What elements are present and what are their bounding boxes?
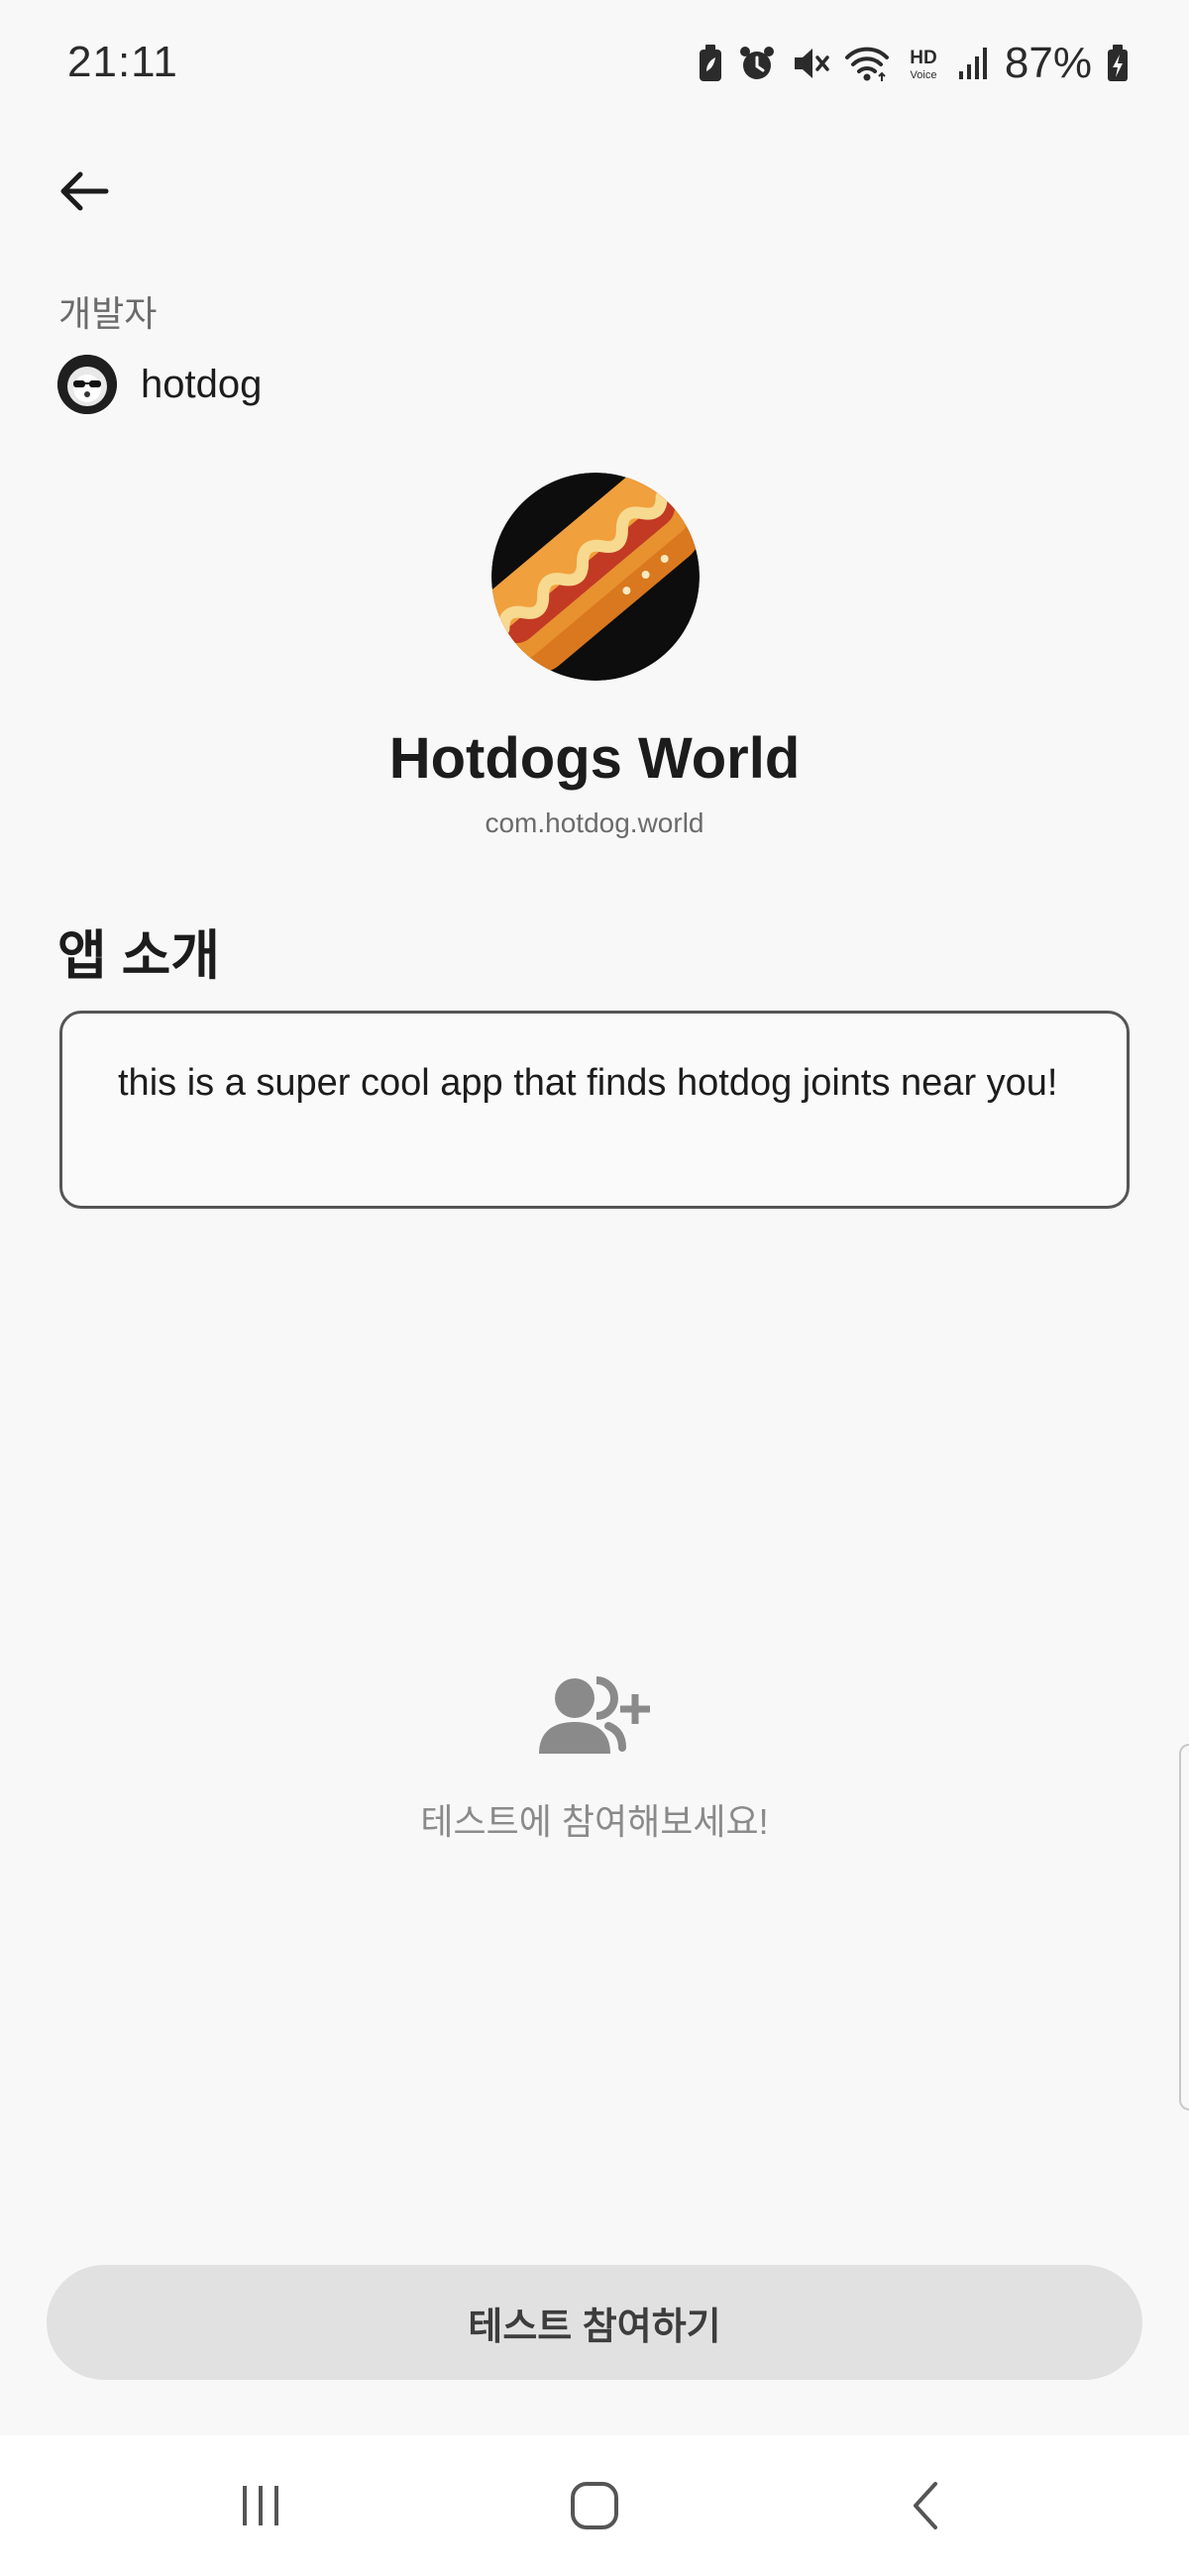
description-text: this is a super cool app that finds hotd…: [118, 1062, 1058, 1104]
status-time: 21:11: [67, 38, 178, 86]
system-back-button[interactable]: [858, 2435, 997, 2576]
battery-charging-icon: [1108, 45, 1128, 81]
description-box: this is a super cool app that finds hotd…: [59, 1011, 1130, 1209]
app-detail-screen: 21:11 HD Voice 87% 개발자 hotdog Hotdogs Wo…: [0, 0, 1189, 2576]
svg-text:Voice: Voice: [910, 69, 936, 81]
recent-apps-button[interactable]: [191, 2435, 330, 2576]
add-user-icon: [539, 1674, 650, 1758]
scrollbar[interactable]: [1179, 1744, 1189, 2110]
empty-tester-message: 테스트에 참여해보세요!: [420, 1801, 769, 1842]
app-title: Hotdogs World: [388, 726, 801, 791]
arrow-left-icon: [60, 171, 109, 211]
hd-voice-icon: HD Voice: [910, 48, 936, 81]
app-package-name: com.hotdog.world: [485, 807, 704, 838]
avatar: [57, 355, 117, 414]
alarm-icon: [739, 47, 774, 79]
mute-icon: [794, 49, 829, 78]
developer-name: hotdog: [141, 362, 263, 406]
back-button[interactable]: [48, 155, 121, 228]
recent-apps-icon: [243, 2486, 278, 2525]
developer-label: 개발자: [58, 293, 158, 334]
status-bar: 21:11 HD Voice 87%: [0, 0, 1189, 129]
status-icons: HD Voice 87%: [698, 38, 1130, 89]
developer-row[interactable]: hotdog: [57, 355, 262, 414]
intro-heading: 앱 소개: [57, 926, 221, 986]
navigation-bar: [0, 2435, 1189, 2576]
battery-percent: 87%: [1004, 39, 1092, 87]
back-icon: [914, 2482, 937, 2529]
signal-icon: [958, 48, 987, 79]
join-test-button[interactable]: 테스트 참여하기: [47, 2265, 1142, 2380]
hotdog-app-icon: [491, 473, 700, 681]
wifi-icon: [844, 47, 889, 81]
battery-saver-icon: [699, 45, 721, 81]
svg-text:HD: HD: [910, 48, 936, 68]
home-button[interactable]: [525, 2435, 664, 2576]
home-icon: [571, 2482, 618, 2529]
